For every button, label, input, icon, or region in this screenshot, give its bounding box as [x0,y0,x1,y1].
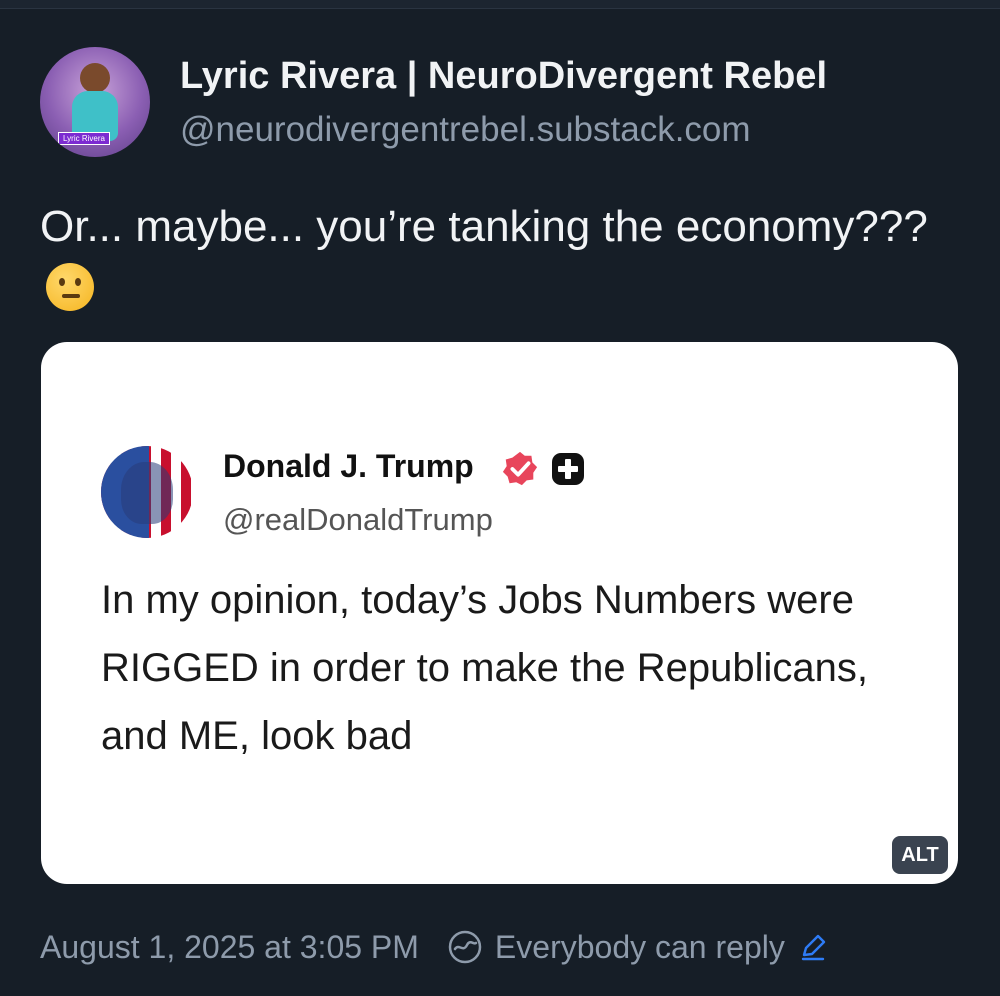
avatar-face [121,462,173,524]
avatar-name-tag: Lyric Rivera [58,132,110,145]
reply-setting[interactable]: Everybody can reply [495,929,785,966]
post-text: Or... maybe... you’re tanking the econom… [40,196,940,320]
verified-badge-icon [502,451,538,486]
thinking-face-emoji-icon [46,263,94,311]
post-body: Or... maybe... you’re tanking the econom… [40,202,928,251]
embedded-avatar [101,446,193,538]
author-avatar[interactable]: Lyric Rivera [40,47,150,157]
alt-text-button[interactable]: ALT [892,836,948,874]
post-timestamp: August 1, 2025 at 3:05 PM [40,928,419,965]
embedded-image[interactable]: Donald J. Trump @realDonaldTrump In my o… [41,342,958,884]
everybody-reply-icon[interactable] [447,929,483,965]
plus-badge-icon [552,453,584,485]
post-footer: August 1, 2025 at 3:05 PM Everybody can … [40,922,827,972]
avatar-head [80,63,110,93]
author-handle[interactable]: @neurodivergentrebel.substack.com [180,110,751,150]
embedded-author-name: Donald J. Trump [223,448,474,484]
embedded-author-handle: @realDonaldTrump [223,502,493,537]
top-divider [0,0,1000,9]
author-display-name[interactable]: Lyric Rivera | NeuroDivergent Rebel [180,55,827,98]
edit-pencil-icon[interactable] [799,933,827,961]
embedded-post-text: In my opinion, today’s Jobs Numbers were… [101,578,869,758]
